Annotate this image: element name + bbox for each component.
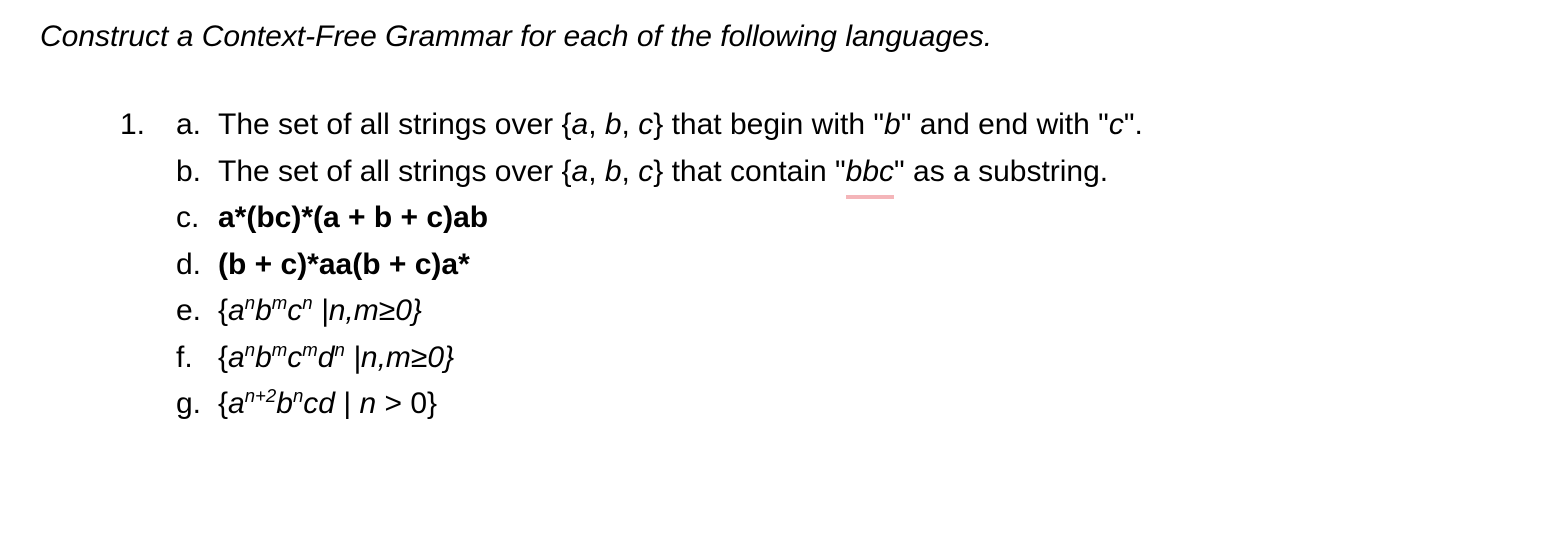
item-a-alpha-b: b [605,108,622,141]
item-f: f. {anbmcmdn |n,m≥0} [176,335,1143,382]
item-e-exp-a: n [245,292,255,313]
item-g-label: g. [176,381,218,428]
item-e-exp-b: m [272,292,288,313]
item-b-alpha-c: c [638,155,653,188]
item-b-text: The set of all strings over {a, b, c} th… [218,149,1108,196]
item-e-cond: |n,m≥0} [313,294,422,327]
item-f-exp-d: n [334,339,344,360]
item-e-exp-c: n [302,292,312,313]
item-a-text: The set of all strings over {a, b, c} th… [218,102,1143,149]
problem-list: 1. a. The set of all strings over {a, b,… [40,102,1510,428]
item-f-label: f. [176,335,218,382]
item-b-prefix: The set of all strings over { [218,155,572,188]
item-g-cd: cd [303,387,335,420]
item-e-b: b [255,294,272,327]
item-a-quote-c: c [1109,108,1124,141]
item-d-label: d. [176,242,218,289]
item-a-alpha-a: a [572,108,589,141]
item-g-cond-pre: | [335,387,359,420]
item-e-a: a [228,294,245,327]
item-f-c: c [287,341,302,374]
item-f-text: {anbmcmdn |n,m≥0} [218,335,454,382]
item-b: b. The set of all strings over {a, b, c}… [176,149,1143,196]
item-f-exp-c: m [302,339,318,360]
item-g-b: b [276,387,293,420]
item-g-a: a [228,387,245,420]
item-b-sep1: , [588,155,605,188]
item-a-mid2: " and end with " [901,108,1109,141]
item-a-quote-b: b [884,108,901,141]
item-a-suffix: ". [1124,108,1143,141]
item-b-label: b. [176,149,218,196]
item-a-sep2: , [622,108,639,141]
item-c: c. a*(bc)*(a + b + c)ab [176,195,1143,242]
item-a-alpha-c: c [638,108,653,141]
item-g-text: {an+2bncd | n > 0} [218,381,437,428]
item-b-alpha-b: b [605,155,622,188]
item-e-text: {anbmcn |n,m≥0} [218,288,422,335]
item-f-exp-b: m [272,339,288,360]
item-c-label: c. [176,195,218,242]
item-e: e. {anbmcn |n,m≥0} [176,288,1143,335]
item-f-d: d [318,341,335,374]
item-a-mid: } that begin with " [653,108,884,141]
subitem-list: a. The set of all strings over {a, b, c}… [176,102,1143,428]
item-g-open: { [218,387,228,420]
item-a-prefix: The set of all strings over { [218,108,572,141]
problem-1: 1. a. The set of all strings over {a, b,… [120,102,1510,428]
item-g-cond-var: n [359,387,376,420]
item-b-suffix: " as a substring. [894,155,1108,188]
item-f-open: { [218,341,228,374]
item-e-label: e. [176,288,218,335]
item-d: d. (b + c)*aa(b + c)a* [176,242,1143,289]
instruction-text: Construct a Context-Free Grammar for eac… [40,20,1510,54]
item-f-cond: |n,m≥0} [345,341,454,374]
item-g-exp-a: n+2 [245,385,277,406]
item-g-cond-post: > 0} [376,387,437,420]
item-b-quote-bbc: bbc [846,149,894,196]
item-a: a. The set of all strings over {a, b, c}… [176,102,1143,149]
item-e-c: c [287,294,302,327]
item-f-a: a [228,341,245,374]
item-b-alpha-a: a [572,155,589,188]
item-a-sep1: , [588,108,605,141]
problem-number: 1. [120,102,176,428]
item-f-exp-a: n [245,339,255,360]
item-f-b: b [255,341,272,374]
item-a-label: a. [176,102,218,149]
item-c-text: a*(bc)*(a + b + c)ab [218,195,488,242]
item-g: g. {an+2bncd | n > 0} [176,381,1143,428]
item-e-open: { [218,294,228,327]
item-b-mid: } that contain " [653,155,845,188]
item-b-sep2: , [622,155,639,188]
item-d-text: (b + c)*aa(b + c)a* [218,242,470,289]
item-g-exp-b: n [293,385,303,406]
